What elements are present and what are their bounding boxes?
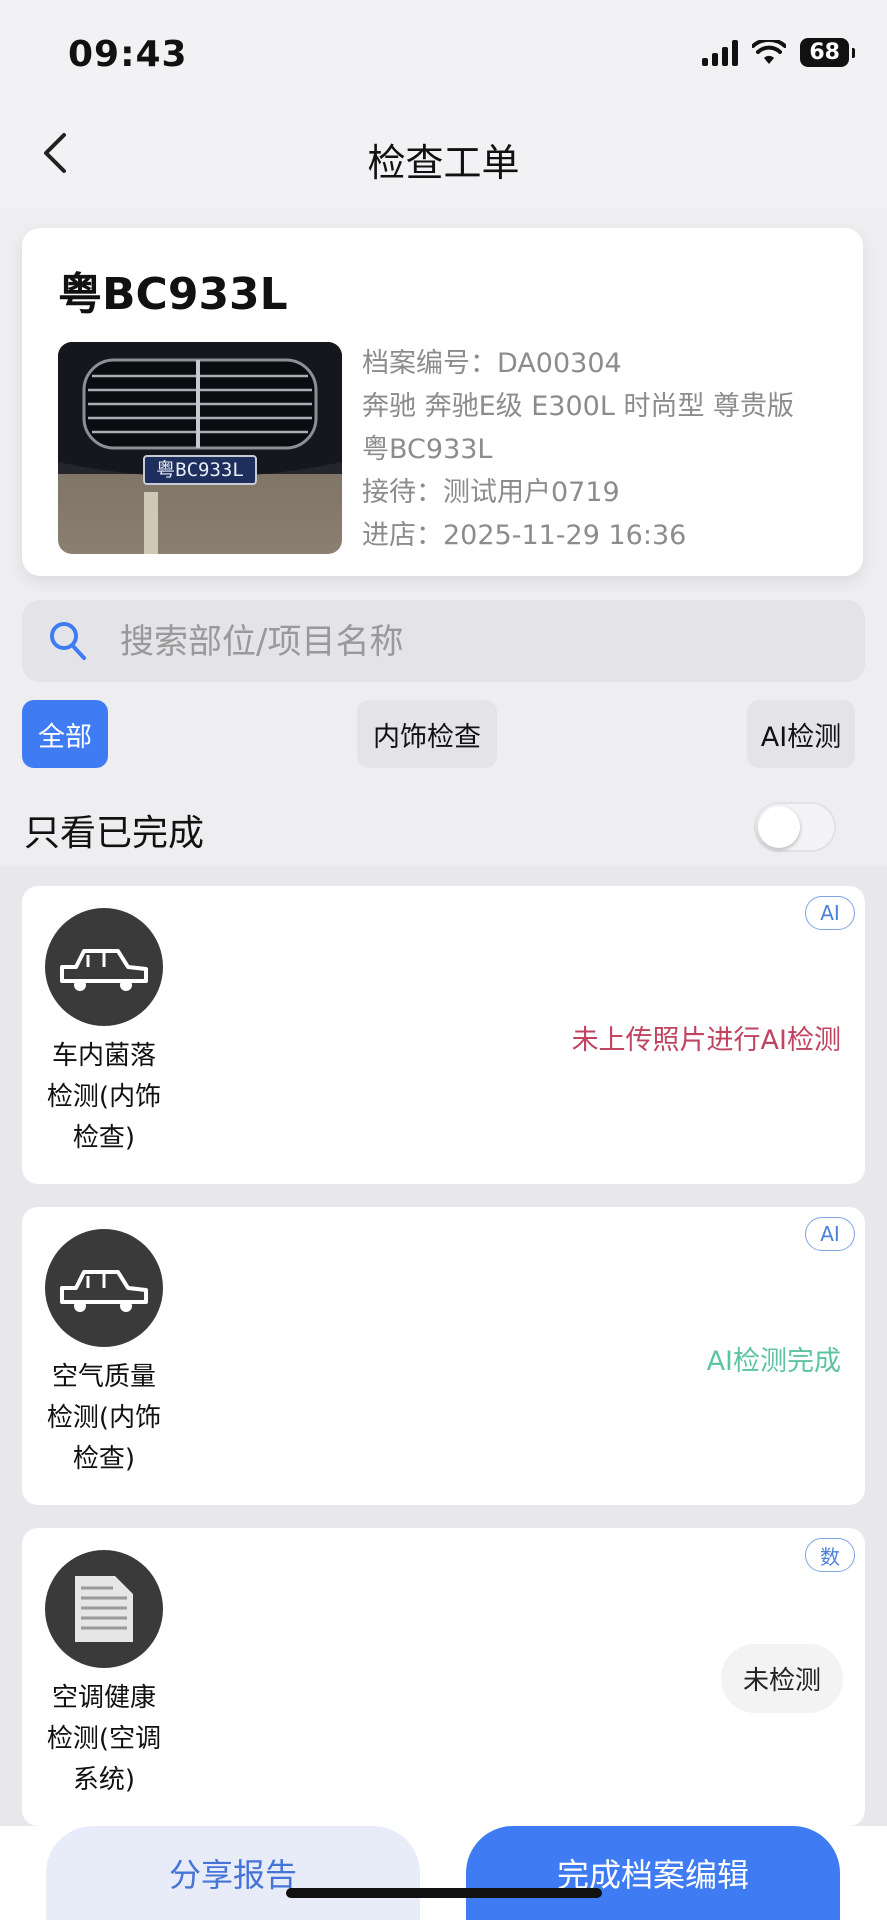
filter-all-button[interactable]: 全部 bbox=[22, 700, 108, 768]
vehicle-info: 档案编号：DA00304 奔驰 奔驰E级 E300L 时尚型 尊贵版 粤BC93… bbox=[362, 342, 794, 557]
ac-unit-icon bbox=[45, 1550, 163, 1668]
battery-icon: 68 bbox=[800, 38, 855, 67]
inspection-item-card[interactable]: 车内菌落 检测(内饰 检查) AI 未上传照片进行AI检测 bbox=[22, 886, 865, 1184]
wifi-icon bbox=[752, 39, 787, 64]
item-status: 未上传照片进行AI检测 bbox=[571, 1025, 841, 1056]
search-bar[interactable] bbox=[22, 600, 865, 684]
vehicle-card[interactable]: 粤BC933L 粤BC933L 档案编号：DA00304 奔驰 奔驰E级 E30… bbox=[22, 228, 863, 576]
item-name: 车内菌落 检测(内饰 检查) bbox=[46, 1041, 162, 1153]
finish-archive-edit-button[interactable]: 完成档案编辑 bbox=[466, 1826, 840, 1920]
status-bar: 09:43 68 bbox=[0, 0, 887, 100]
share-report-button[interactable]: 分享报告 bbox=[46, 1826, 420, 1920]
item-status: AI检测完成 bbox=[706, 1346, 841, 1377]
car-model: 奔驰 奔驰E级 E300L 时尚型 尊贵版 bbox=[362, 391, 795, 422]
car-icon bbox=[45, 908, 163, 1026]
home-indicator bbox=[286, 1888, 602, 1898]
nav-bar: 检查工单 bbox=[0, 100, 887, 208]
completed-only-label: 只看已完成 bbox=[24, 813, 205, 854]
item-name: 空气质量 检测(内饰 检查) bbox=[46, 1362, 162, 1474]
status-icons: 68 bbox=[702, 38, 855, 67]
entry-time: 进店：2025-11-29 16:36 bbox=[362, 520, 687, 551]
car-front-image: 粤BC933L bbox=[58, 342, 342, 554]
not-inspected-status[interactable]: 未检测 bbox=[720, 1644, 843, 1713]
car-photo[interactable]: 粤BC933L bbox=[58, 342, 342, 554]
plate-number: 粤BC933L bbox=[58, 269, 288, 320]
car-icon bbox=[45, 1229, 163, 1347]
reception-user: 接待：测试用户0719 bbox=[362, 477, 620, 508]
bottom-action-bar: 分享报告 完成档案编辑 bbox=[0, 1826, 887, 1920]
inspection-item-card[interactable]: 空调健康 检测(空调 系统) 数 未检测 bbox=[22, 1528, 865, 1826]
completed-only-toggle[interactable] bbox=[754, 802, 836, 852]
data-badge: 数 bbox=[805, 1538, 855, 1572]
inspection-item-card[interactable]: 空气质量 检测(内饰 检查) AI AI检测完成 bbox=[22, 1207, 865, 1505]
search-input[interactable] bbox=[118, 600, 822, 684]
ai-badge: AI bbox=[805, 1217, 855, 1251]
cellular-signal-icon bbox=[702, 39, 739, 66]
status-time: 09:43 bbox=[68, 34, 188, 75]
completed-only-row: 只看已完成 bbox=[0, 790, 887, 866]
page-title: 检查工单 bbox=[367, 141, 520, 185]
search-icon bbox=[50, 622, 86, 660]
svg-text:粤BC933L: 粤BC933L bbox=[156, 459, 244, 481]
item-name: 空调健康 检测(空调 系统) bbox=[46, 1683, 162, 1795]
toggle-knob bbox=[758, 806, 800, 848]
car-plate-line: 粤BC933L bbox=[362, 434, 493, 465]
filter-ai-button[interactable]: AI检测 bbox=[747, 700, 855, 768]
filter-interior-button[interactable]: 内饰检查 bbox=[357, 700, 497, 768]
ai-badge: AI bbox=[805, 896, 855, 930]
archive-number: 档案编号：DA00304 bbox=[362, 348, 622, 379]
